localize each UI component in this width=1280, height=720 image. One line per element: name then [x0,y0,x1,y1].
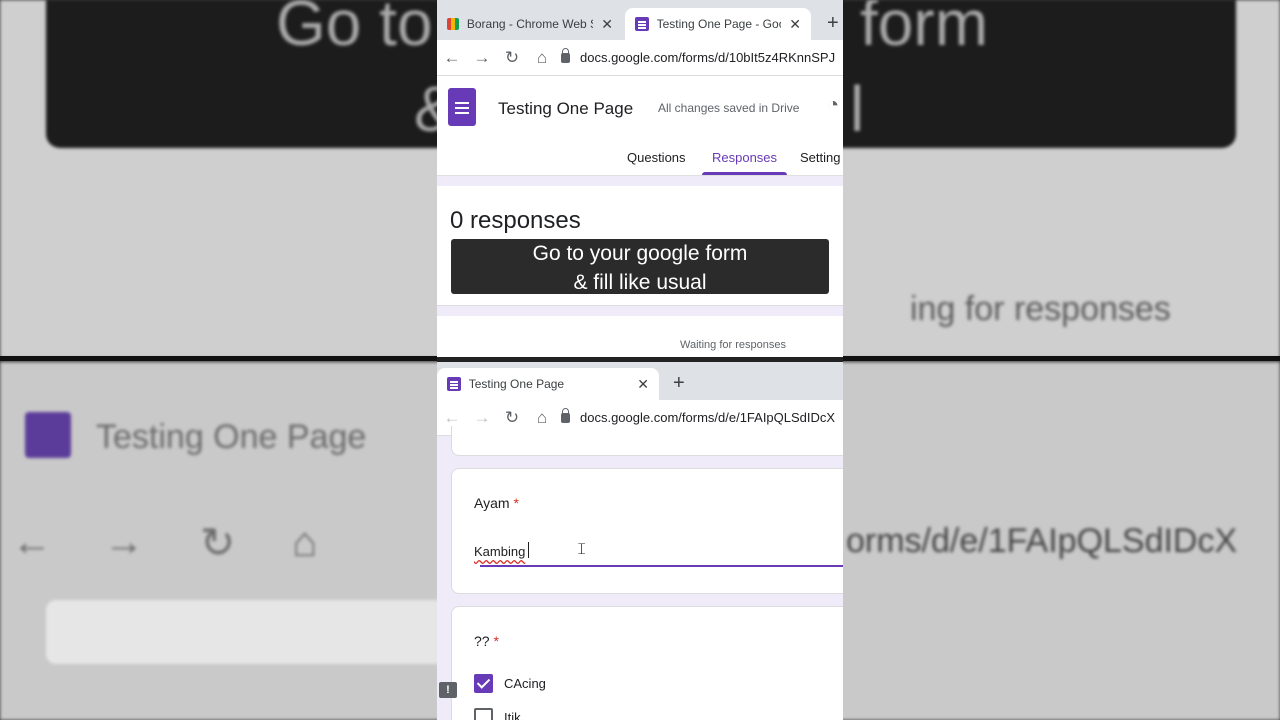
checkbox-checked-icon[interactable] [474,674,493,693]
caption-line: Go to your google form [532,242,748,265]
lock-icon [561,47,570,63]
answer-text[interactable]: Kambing [474,544,525,559]
background-forward-icon: → [104,520,144,564]
waiting-text: Waiting for responses [680,339,786,351]
forms-header: Testing One Page All changes saved in Dr… [437,76,843,176]
option-cacing[interactable]: CAcing [474,674,546,693]
url-text: docs.google.com/forms/d/10bIt5z4RKnnSPJ [580,50,836,65]
background-text: form [860,0,988,59]
background-card [46,600,446,664]
reload-icon[interactable]: ↻ [497,48,527,68]
background-back-icon: ← [12,520,52,564]
editor-window: Borang - Chrome Web Sto ✕ Testing One Pa… [437,0,843,358]
background-text: l [850,73,865,145]
video-column: Borang - Chrome Web Sto ✕ Testing One Pa… [437,0,843,720]
option-label: CAcing [504,676,546,691]
option-itik[interactable]: Itik [474,708,521,720]
address-bar[interactable]: docs.google.com/forms/d/10bIt5z4RKnnSPJ [561,47,836,65]
checkbox-unchecked-icon[interactable] [474,708,493,720]
forms-icon [447,377,461,391]
previous-question-card [451,426,843,456]
reload-icon[interactable]: ↻ [497,408,527,428]
palette-icon[interactable]: ◔ [827,94,839,117]
responses-count: 0 responses [450,207,581,234]
tab-settings[interactable]: Setting [800,150,840,165]
tab-label: Borang - Chrome Web Sto [466,17,593,31]
background-home-icon: ⌂ [292,518,318,565]
background-text: Go to [276,0,433,59]
background-text: Testing One Page [96,418,367,456]
waiting-card: Waiting for responses [437,316,843,358]
forward-icon[interactable]: → [467,408,497,428]
home-icon[interactable]: ⌂ [527,408,557,428]
tab-strip: Borang - Chrome Web Sto ✕ Testing One Pa… [437,0,843,40]
new-tab-button[interactable]: + [673,372,685,395]
close-icon[interactable]: ✕ [637,376,649,393]
form-title[interactable]: Testing One Page [498,99,633,119]
forms-icon[interactable] [448,88,476,126]
option-label: Itik [504,710,521,720]
background-forms-icon [25,412,71,458]
answer-field-underline[interactable] [480,565,843,567]
i-beam-cursor-icon: 𝙸 [576,541,588,558]
tab-chrome-web-store[interactable]: Borang - Chrome Web Sto ✕ [437,8,623,40]
back-icon[interactable]: ← [437,48,467,68]
tab-label: Testing One Page [468,377,565,391]
tab-label: Testing One Page - Googl [656,17,782,31]
text-caret [528,542,529,558]
save-status: All changes saved in Drive [658,101,800,115]
close-icon[interactable]: ✕ [601,16,613,33]
tab-strip: Testing One Page ✕ + [437,362,843,400]
tab-testing-one-page[interactable]: Testing One Page ✕ [437,368,659,400]
back-icon[interactable]: ← [437,408,467,428]
forward-icon[interactable]: → [467,48,497,68]
active-tab-indicator [702,172,787,175]
feedback-icon[interactable]: ! [439,682,457,698]
tab-questions[interactable]: Questions [627,150,686,165]
background-text: ing for responses [910,290,1171,328]
chrome-store-icon [447,18,459,30]
tab-responses[interactable]: Responses [712,150,777,165]
browser-toolbar: ← → ↻ ⌂ docs.google.com/forms/d/10bIt5z4… [437,40,843,76]
video-caption: Go to your google form & fill like usual [451,239,829,294]
required-mark: * [513,495,519,511]
address-bar[interactable]: docs.google.com/forms/d/e/1FAIpQLSdIDcX [561,407,836,425]
form-fill-window: Testing One Page ✕ + ← → ↻ ⌂ docs.google… [437,362,843,720]
background-reload-icon: ↻ [200,519,236,566]
question-title: ?? * [474,633,499,649]
required-mark: * [493,633,499,649]
tab-testing-one-page[interactable]: Testing One Page - Googl ✕ [625,8,811,40]
home-icon[interactable]: ⌂ [527,48,557,68]
caption-line: & fill like usual [573,271,707,294]
forms-icon [635,17,649,31]
background-text: orms/d/e/1FAIpQLSdIDcX [846,522,1238,560]
url-text: docs.google.com/forms/d/e/1FAIpQLSdIDcX [580,410,836,425]
question-card-checkbox: ?? * CAcing Itik [451,606,843,720]
new-tab-button[interactable]: + [827,12,839,35]
question-card-ayam: Ayam * Kambing 𝙸 [451,468,843,594]
close-icon[interactable]: ✕ [789,16,801,33]
question-title: Ayam * [474,495,519,511]
lock-icon [561,407,570,423]
